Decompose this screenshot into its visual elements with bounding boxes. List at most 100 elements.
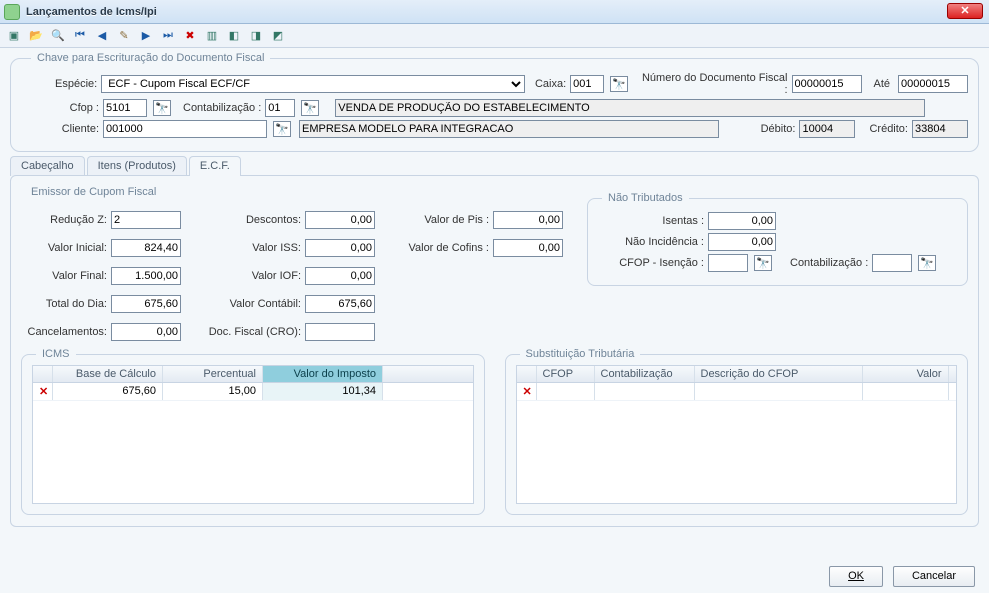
nav-next-icon[interactable]: ▶: [138, 28, 154, 44]
cliente-lookup-button[interactable]: 🔭: [273, 121, 291, 137]
cancel-button-label: Cancelar: [912, 570, 956, 582]
reducao-z-input[interactable]: [111, 211, 181, 229]
debito-label: Débito:: [761, 123, 796, 135]
caixa-lookup-button[interactable]: 🔭: [610, 76, 627, 92]
st-hdr-cfop[interactable]: CFOP: [537, 366, 595, 382]
nao-incid-input[interactable]: [708, 233, 776, 251]
icms-row[interactable]: ✕ 675,60 15,00 101,34: [33, 383, 473, 401]
valor-inicial-input[interactable]: [111, 239, 181, 257]
reducao-z-label: Redução Z:: [21, 214, 107, 226]
ecf-col-2: Descontos: Valor ISS: Valor IOF: Valor C…: [205, 208, 375, 344]
st-row-empty[interactable]: ✕: [517, 383, 957, 401]
numdoc-input[interactable]: [792, 75, 862, 93]
ecf-col-3: Valor de Pis : Valor de Cofins :: [399, 208, 563, 260]
new-icon[interactable]: ▣: [6, 28, 22, 44]
cfop-isencao-lookup-button[interactable]: 🔭: [754, 255, 772, 271]
icms-row-base[interactable]: 675,60: [53, 383, 163, 400]
st-grid: CFOP Contabilização Descrição do CFOP Va…: [516, 365, 958, 504]
valor-contabil-input[interactable]: [305, 295, 375, 313]
cancel-input[interactable]: [111, 323, 181, 341]
icms-row-delete-icon[interactable]: ✕: [33, 383, 53, 400]
st-grid-header: CFOP Contabilização Descrição do CFOP Va…: [517, 366, 957, 383]
toolbar: ▣ 📂 🔍 ⏮ ◀ ✎ ▶ ⏭ ✖ ▥ ◧ ◨ ◩: [0, 24, 989, 48]
cancel-button[interactable]: Cancelar: [893, 566, 975, 587]
icms-hdr-blank: [33, 366, 53, 382]
group-nao-tributados: Não Tributados Isentas : Não Incidência …: [587, 198, 968, 286]
icms-row-perc[interactable]: 15,00: [163, 383, 263, 400]
nav-last-icon[interactable]: ⏭: [160, 28, 176, 44]
cfop-isencao-label: CFOP - Isenção :: [598, 257, 704, 269]
nav-prev-icon[interactable]: ◀: [94, 28, 110, 44]
delete-icon[interactable]: ✖: [182, 28, 198, 44]
icms-hdr-valor[interactable]: Valor do Imposto: [263, 366, 383, 382]
tab-content: Emissor de Cupom Fiscal Redução Z: Valor…: [10, 175, 979, 527]
icms-row-valor[interactable]: 101,34: [263, 383, 383, 400]
st-row-delete-icon[interactable]: ✕: [517, 383, 537, 400]
numdoc-label: Número do Documento Fiscal :: [642, 72, 788, 96]
isentas-label: Isentas :: [598, 215, 704, 227]
doc3-icon[interactable]: ◨: [248, 28, 264, 44]
group-emissor: Emissor de Cupom Fiscal Redução Z: Valor…: [21, 186, 968, 344]
close-button[interactable]: ✕: [947, 3, 983, 19]
open-icon[interactable]: 📂: [28, 28, 44, 44]
doc-fiscal-cro-input[interactable]: [305, 323, 375, 341]
cancel-label: Cancelamentos:: [21, 326, 107, 338]
caixa-input[interactable]: [570, 75, 604, 93]
valor-pis-label: Valor de Pis :: [399, 214, 489, 226]
isentas-input[interactable]: [708, 212, 776, 230]
icms-hdr-perc[interactable]: Percentual: [163, 366, 263, 382]
dialog-buttons: OK Cancelar: [829, 566, 975, 587]
ok-button[interactable]: OK: [829, 566, 883, 587]
valor-iof-label: Valor IOF:: [205, 270, 301, 282]
icms-grid-header: Base de Cálculo Percentual Valor do Impo…: [33, 366, 473, 383]
total-dia-input[interactable]: [111, 295, 181, 313]
valor-iss-label: Valor ISS:: [205, 242, 301, 254]
nav-first-icon[interactable]: ⏮: [72, 28, 88, 44]
credito-label: Crédito:: [869, 123, 908, 135]
search-icon[interactable]: 🔍: [50, 28, 66, 44]
especie-select[interactable]: ECF - Cupom Fiscal ECF/CF: [101, 75, 525, 93]
ate-input[interactable]: [898, 75, 968, 93]
st-hdr-desc[interactable]: Descrição do CFOP: [695, 366, 863, 382]
descontos-label: Descontos:: [205, 214, 301, 226]
valor-iss-input[interactable]: [305, 239, 375, 257]
contab-nt-input[interactable]: [872, 254, 912, 272]
cfop-input[interactable]: [103, 99, 147, 117]
cfop-label: Cfop :: [51, 102, 99, 114]
valor-final-label: Valor Final:: [21, 270, 107, 282]
tab-itens[interactable]: Itens (Produtos): [87, 156, 187, 176]
contab-lookup-button[interactable]: 🔭: [301, 100, 319, 116]
doc1-icon[interactable]: ▥: [204, 28, 220, 44]
group-subst: Substituição Tributária CFOP Contabiliza…: [505, 354, 969, 515]
debito-input: [799, 120, 855, 138]
credito-input: [912, 120, 968, 138]
valor-inicial-label: Valor Inicial:: [21, 242, 107, 254]
valor-final-input[interactable]: [111, 267, 181, 285]
contab-input[interactable]: [265, 99, 295, 117]
app-icon: [4, 4, 20, 20]
valor-cofins-label: Valor de Cofins :: [399, 242, 489, 254]
descontos-input[interactable]: [305, 211, 375, 229]
total-dia-label: Total do Dia:: [21, 298, 107, 310]
ok-button-label: OK: [848, 570, 864, 582]
tab-ecf[interactable]: E.C.F.: [189, 156, 241, 176]
icms-hdr-base[interactable]: Base de Cálculo: [53, 366, 163, 382]
valor-iof-input[interactable]: [305, 267, 375, 285]
group-chave-legend: Chave para Escrituração do Documento Fis…: [31, 52, 270, 64]
st-hdr-contab[interactable]: Contabilização: [595, 366, 695, 382]
cfop-isencao-input[interactable]: [708, 254, 748, 272]
nao-incid-label: Não Incidência :: [598, 236, 704, 248]
tabs: Cabeçalho Itens (Produtos) E.C.F.: [10, 156, 979, 176]
ate-label: Até: [874, 78, 891, 90]
edit-icon[interactable]: ✎: [116, 28, 132, 44]
cliente-input[interactable]: [103, 120, 267, 138]
cfop-lookup-button[interactable]: 🔭: [153, 100, 171, 116]
st-hdr-blank: [517, 366, 537, 382]
doc2-icon[interactable]: ◧: [226, 28, 242, 44]
tab-cabecalho[interactable]: Cabeçalho: [10, 156, 85, 176]
valor-cofins-input[interactable]: [493, 239, 563, 257]
doc4-icon[interactable]: ◩: [270, 28, 286, 44]
st-hdr-valor[interactable]: Valor: [863, 366, 949, 382]
contab-nt-lookup-button[interactable]: 🔭: [918, 255, 936, 271]
valor-pis-input[interactable]: [493, 211, 563, 229]
